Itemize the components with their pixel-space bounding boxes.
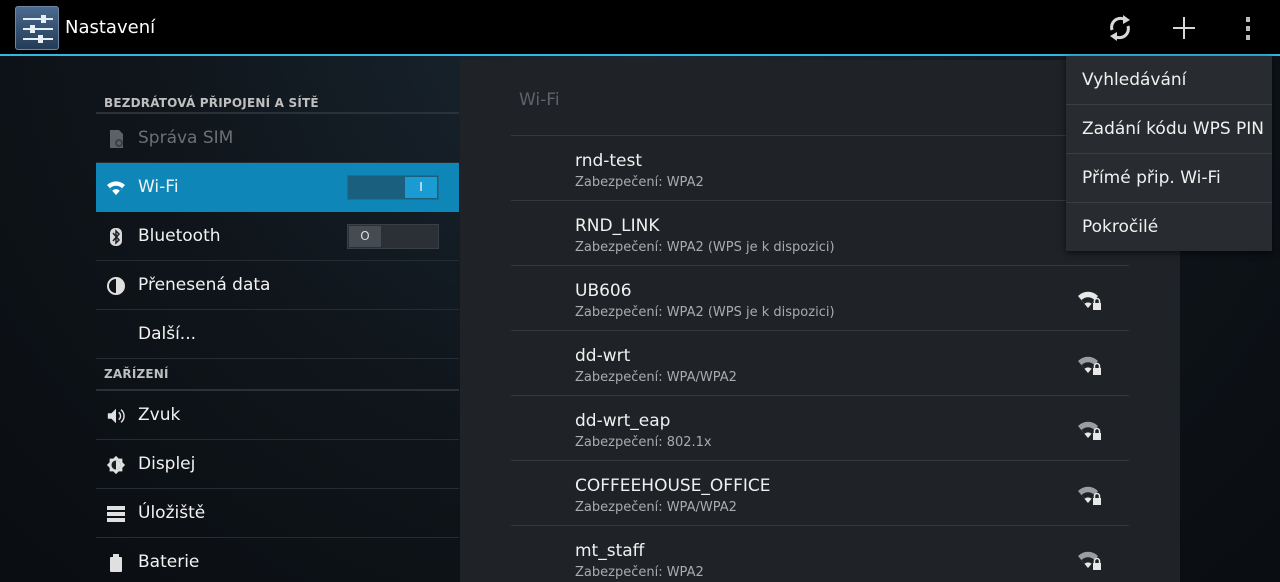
wifi-signal-lock-icon bbox=[1078, 291, 1101, 310]
data-usage-icon bbox=[106, 276, 126, 296]
add-icon bbox=[1173, 17, 1195, 39]
wifi-ssid: COFFEEHOUSE_OFFICE bbox=[575, 476, 771, 496]
overflow-menu: Vyhledávání Zadání kódu WPS PIN Přímé př… bbox=[1066, 56, 1272, 251]
settings-list: BEZDRÁTOVÁ PŘIPOJENÍ A SÍTĚ Správa SIM W… bbox=[96, 86, 459, 582]
wifi-ssid: dd-wrt bbox=[575, 346, 631, 366]
wifi-security: Zabezpečení: WPA/WPA2 bbox=[575, 370, 737, 385]
wifi-network-item[interactable]: UB606 Zabezpečení: WPA2 (WPS je k dispoz… bbox=[511, 266, 1129, 331]
menu-item-wps-pin[interactable]: Zadání kódu WPS PIN bbox=[1066, 105, 1272, 154]
wifi-ssid: dd-wrt_eap bbox=[575, 411, 671, 431]
settings-item-sound[interactable]: Zvuk bbox=[96, 391, 459, 440]
wifi-security: Zabezpečení: WPA2 bbox=[575, 565, 704, 580]
wifi-network-item[interactable]: mt_staff Zabezpečení: WPA2 bbox=[511, 526, 1129, 582]
settings-item-label: Baterie bbox=[138, 552, 200, 572]
settings-item-display[interactable]: Displej bbox=[96, 440, 459, 489]
settings-item-battery[interactable]: Baterie bbox=[96, 538, 459, 582]
sound-icon bbox=[106, 406, 126, 426]
wifi-network-item[interactable]: dd-wrt Zabezpečení: WPA/WPA2 bbox=[511, 331, 1129, 396]
add-network-button[interactable] bbox=[1162, 8, 1206, 48]
wifi-network-item[interactable]: RND_LINK Zabezpečení: WPA2 (WPS je k dis… bbox=[511, 201, 1129, 266]
settings-item-label: Úložiště bbox=[138, 503, 206, 523]
wifi-signal-lock-icon bbox=[1078, 486, 1101, 505]
settings-item-label: Zvuk bbox=[138, 405, 181, 425]
menu-item-advanced[interactable]: Pokročilé bbox=[1066, 203, 1272, 252]
settings-item-label: Wi-Fi bbox=[138, 177, 179, 197]
toggle-knob: O bbox=[349, 226, 381, 247]
wifi-signal-lock-icon bbox=[1078, 551, 1101, 570]
section-header-device: ZAŘÍZENÍ bbox=[96, 359, 459, 391]
wifi-icon bbox=[106, 178, 126, 198]
wifi-ssid: rnd-test bbox=[575, 151, 643, 171]
battery-icon bbox=[106, 553, 126, 573]
refresh-icon bbox=[1110, 15, 1130, 41]
menu-item-scan[interactable]: Vyhledávání bbox=[1066, 56, 1272, 105]
settings-item-label: Displej bbox=[138, 454, 196, 474]
menu-item-wifi-direct[interactable]: Přímé přip. Wi-Fi bbox=[1066, 154, 1272, 203]
wifi-signal-lock-icon bbox=[1078, 421, 1101, 440]
settings-item-data-usage[interactable]: Přenesená data bbox=[96, 261, 459, 310]
wifi-security: Zabezpečení: WPA/WPA2 bbox=[575, 500, 737, 515]
settings-item-more[interactable]: Další... bbox=[96, 310, 459, 359]
sim-icon bbox=[106, 129, 126, 149]
settings-item-storage[interactable]: Úložiště bbox=[96, 489, 459, 538]
wifi-toggle[interactable]: I bbox=[347, 175, 439, 200]
wifi-network-list: rnd-test Zabezpečení: WPA2 RND_LINK Zabe… bbox=[511, 135, 1129, 582]
settings-item-label: Bluetooth bbox=[138, 226, 221, 246]
wifi-ssid: mt_staff bbox=[575, 541, 645, 561]
settings-item-sim: Správa SIM bbox=[96, 114, 459, 163]
action-bar: Nastavení bbox=[0, 0, 1280, 56]
settings-sliders-icon[interactable] bbox=[15, 6, 59, 50]
display-icon bbox=[106, 455, 126, 475]
wifi-panel-title: Wi-Fi bbox=[519, 90, 560, 110]
wifi-security: Zabezpečení: 802.1x bbox=[575, 435, 712, 450]
wifi-signal-lock-icon bbox=[1078, 356, 1101, 375]
overflow-menu-button[interactable] bbox=[1226, 8, 1270, 48]
settings-item-label: Správa SIM bbox=[138, 128, 234, 148]
wifi-network-item[interactable]: dd-wrt_eap Zabezpečení: 802.1x bbox=[511, 396, 1129, 461]
bluetooth-toggle[interactable]: O bbox=[347, 224, 439, 249]
wifi-security: Zabezpečení: WPA2 (WPS je k dispozici) bbox=[575, 305, 835, 320]
wifi-ssid: UB606 bbox=[575, 281, 632, 301]
page-title: Nastavení bbox=[65, 17, 156, 38]
bluetooth-icon bbox=[106, 227, 126, 247]
settings-item-wifi[interactable]: Wi-Fi I bbox=[96, 163, 459, 212]
wifi-security: Zabezpečení: WPA2 (WPS je k dispozici) bbox=[575, 240, 835, 255]
toggle-knob: I bbox=[405, 177, 437, 198]
refresh-button[interactable] bbox=[1098, 8, 1142, 48]
wifi-ssid: RND_LINK bbox=[575, 216, 660, 236]
wifi-security: Zabezpečení: WPA2 bbox=[575, 175, 704, 190]
overflow-menu-icon bbox=[1246, 17, 1250, 40]
settings-item-bluetooth[interactable]: Bluetooth O bbox=[96, 212, 459, 261]
wifi-network-item[interactable]: rnd-test Zabezpečení: WPA2 bbox=[511, 136, 1129, 201]
storage-icon bbox=[106, 504, 126, 524]
section-header-wireless: BEZDRÁTOVÁ PŘIPOJENÍ A SÍTĚ bbox=[96, 86, 459, 114]
settings-item-label: Další... bbox=[138, 324, 197, 344]
settings-item-label: Přenesená data bbox=[138, 275, 271, 295]
wifi-network-item[interactable]: COFFEEHOUSE_OFFICE Zabezpečení: WPA/WPA2 bbox=[511, 461, 1129, 526]
